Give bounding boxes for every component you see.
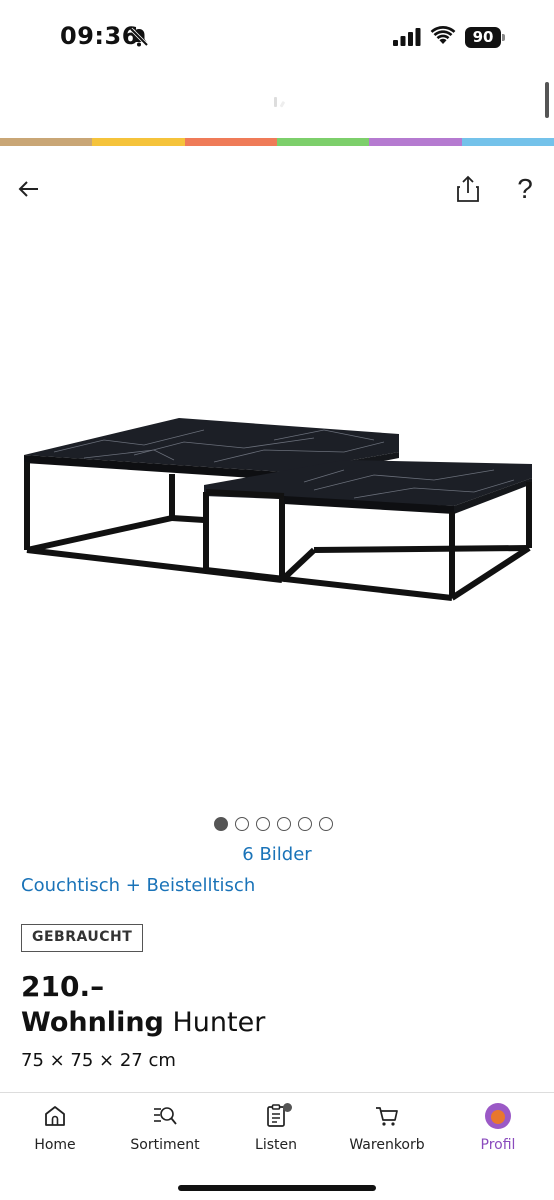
avatar: [485, 1103, 511, 1129]
pagination-dot[interactable]: [214, 817, 228, 831]
bell-muted-icon: [129, 27, 149, 47]
pagination-dot[interactable]: [319, 817, 333, 831]
pagination-dot[interactable]: [235, 817, 249, 831]
image-count-link[interactable]: 6 Bilder: [0, 844, 554, 865]
stripe-segment: [276, 138, 370, 146]
product-title: Wohnling Hunter: [21, 1007, 265, 1038]
product-category-link[interactable]: Couchtisch + Beistelltisch: [21, 875, 255, 896]
tab-home[interactable]: Home: [0, 1103, 110, 1163]
stripe-segment: [461, 138, 554, 146]
tab-sortiment[interactable]: Sortiment: [110, 1103, 220, 1163]
battery-tip: [502, 34, 505, 41]
home-indicator[interactable]: [178, 1185, 376, 1191]
tab-label: Warenkorb: [349, 1137, 425, 1153]
battery-indicator: 90: [465, 27, 505, 48]
pagination-dot[interactable]: [298, 817, 312, 831]
tab-profil[interactable]: Profil: [443, 1103, 553, 1163]
tab-label: Listen: [255, 1137, 297, 1153]
image-pagination[interactable]: [214, 817, 333, 831]
product-dimensions: 75 × 75 × 27 cm: [21, 1050, 176, 1071]
tab-label: Home: [34, 1137, 76, 1153]
wifi-icon: [430, 26, 456, 44]
product-price: 210.–: [21, 970, 105, 1003]
product-nav-bar: ?: [0, 170, 554, 210]
tab-label: Profil: [480, 1137, 516, 1153]
product-name: Hunter: [172, 1007, 266, 1038]
stripe-segment: [92, 138, 185, 146]
bottom-tab-bar: Home Sortiment Listen Warenkorb Profil: [0, 1092, 554, 1200]
arrow-left-icon[interactable]: [16, 176, 42, 202]
header-area: [0, 76, 554, 138]
product-brand: Wohnling: [21, 1007, 164, 1038]
tab-warenkorb[interactable]: Warenkorb: [332, 1103, 442, 1163]
brand-color-stripe: [0, 138, 554, 146]
condition-badge: GEBRAUCHT: [21, 924, 144, 952]
stripe-segment: [369, 138, 462, 146]
scroll-indicator[interactable]: [545, 82, 549, 118]
tab-label: Sortiment: [130, 1137, 200, 1153]
pagination-dot[interactable]: [277, 817, 291, 831]
notification-dot: [283, 1103, 292, 1112]
battery-level: 90: [465, 27, 501, 48]
stripe-segment: [184, 138, 277, 146]
stripe-segment: [0, 138, 93, 146]
home-icon: [45, 1106, 65, 1126]
pagination-dot[interactable]: [256, 817, 270, 831]
signal-icon: [393, 28, 421, 46]
help-icon[interactable]: ?: [513, 172, 537, 206]
share-icon[interactable]: [455, 174, 481, 204]
status-bar: 09:36 90: [0, 0, 554, 76]
sortiment-search-icon: [154, 1107, 177, 1125]
tab-listen[interactable]: Listen: [221, 1103, 331, 1163]
loading-spinner-icon: [274, 97, 285, 108]
cart-icon: [376, 1107, 398, 1126]
product-image[interactable]: [14, 400, 540, 610]
